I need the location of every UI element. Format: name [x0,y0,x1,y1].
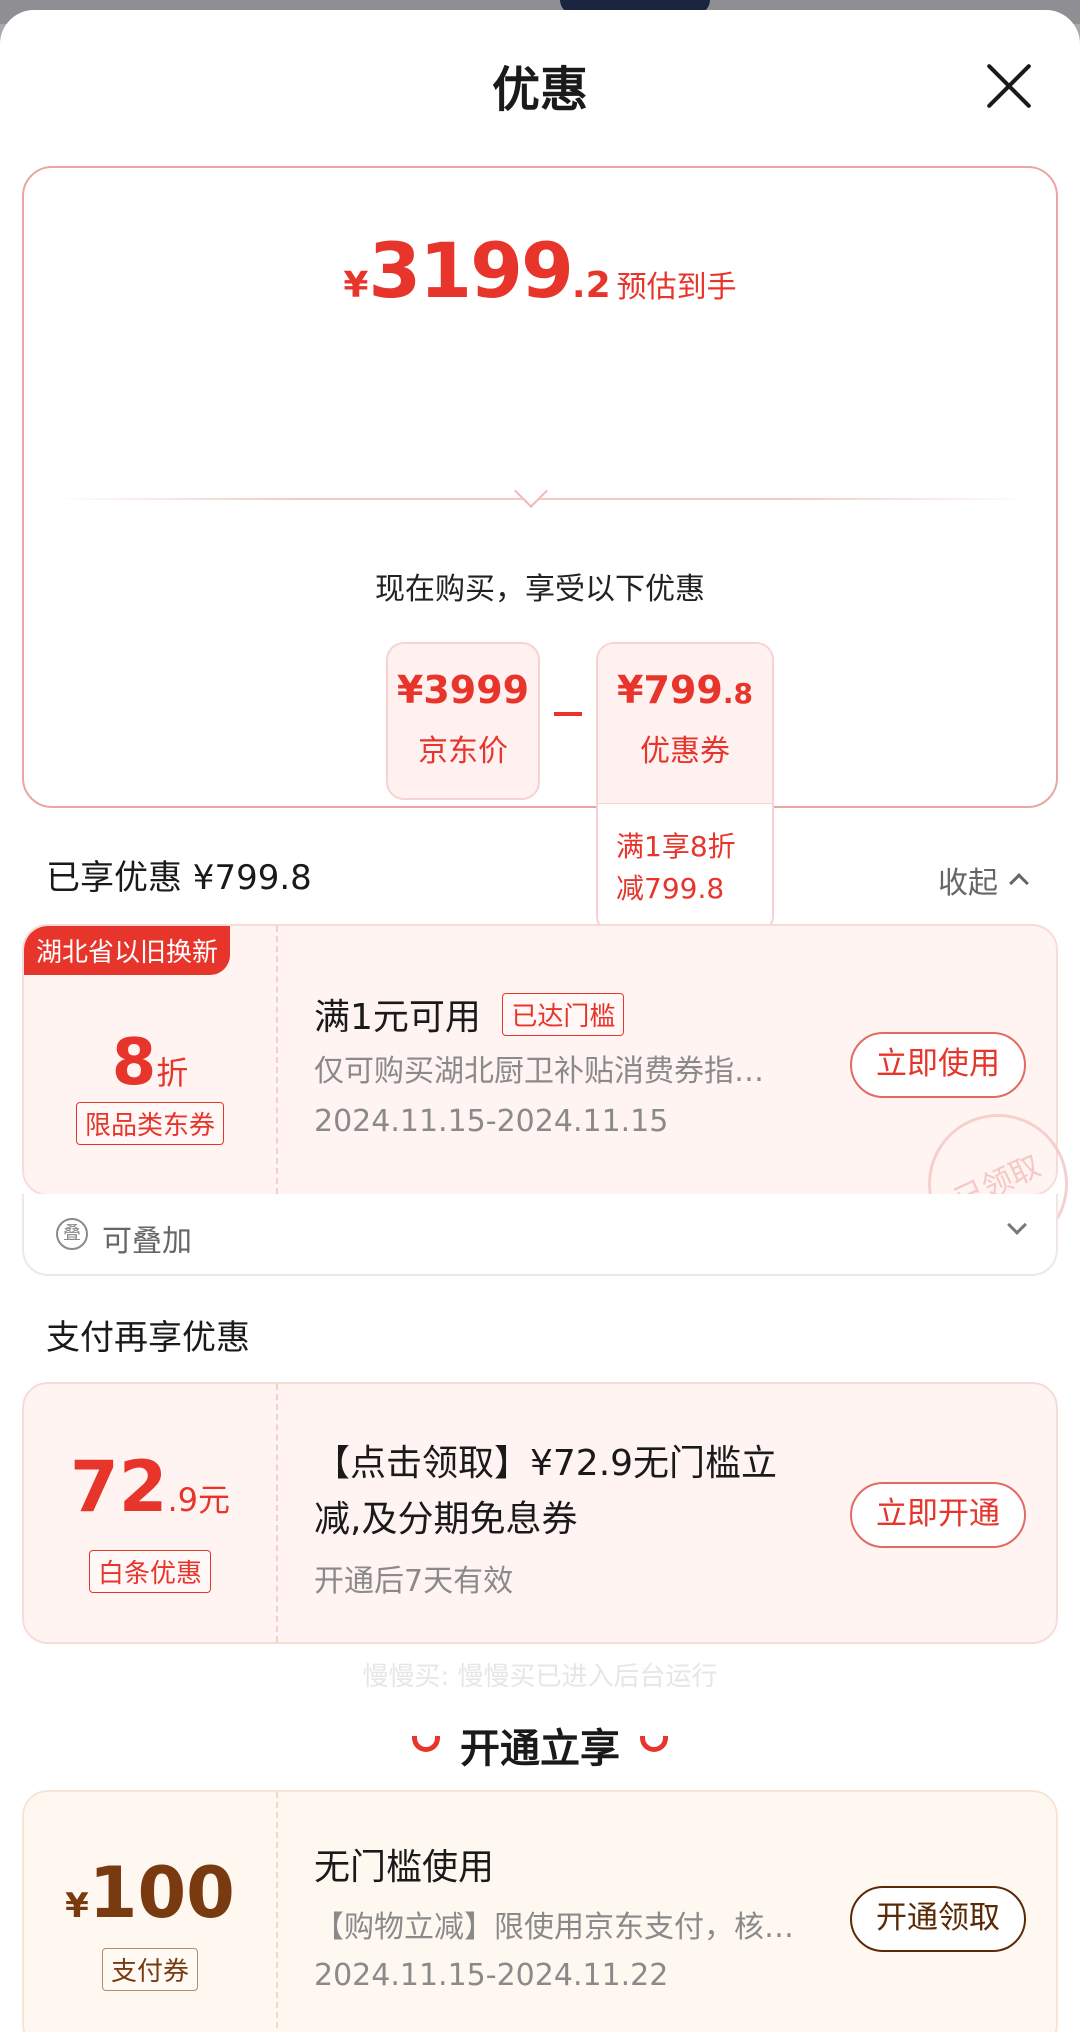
price-integer: 3199 [368,226,574,315]
coupon-decimal: .8 [722,677,753,710]
coupon-title-line1: 【点击领取】¥72.9无门槛立 [314,1443,778,1484]
threshold-badge: 已达门槛 [502,993,625,1036]
collapse-button[interactable]: 收起 [938,858,1029,902]
amount-yen: ¥ [65,1886,89,1926]
coupon-title: 无门槛使用 [314,1847,495,1888]
jd-price-value: ¥3999 [388,644,538,712]
coupon-card-baitiao: 72.9元 白条优惠 【点击领取】¥72.9无门槛立 减,及分期免息券 开通后7… [22,1382,1058,1644]
use-now-button[interactable]: 立即使用 [850,1032,1026,1098]
enjoyed-discount-title: 已享优惠 ¥799.8 [46,858,312,898]
coupon-value: ¥799.8 [598,644,772,712]
coupon-left: ¥100 支付券 [24,1792,276,2032]
buy-now-text: 现在购买，享受以下优惠 [375,572,705,607]
amount-integer: 72 [70,1446,168,1528]
coupon-title-line2: 减,及分期免息券 [314,1499,578,1540]
coupon-condition-line2: 减799.8 [616,872,725,905]
open-section-title: 开通立享 [0,1716,1080,1774]
payment-section-title: 支付再享优惠 [46,1318,250,1358]
coupon-card-jd: 8折 限品类东券 湖北省以旧换新 满1元可用 已达门槛 仅可购买湖北厨卫补贴消费… [22,924,1058,1196]
close-icon[interactable] [985,60,1033,108]
discount-value: 8 [111,1026,157,1100]
payment-amount: ¥100 [24,1852,276,1934]
jd-price-box: ¥3999 京东价 [386,642,540,800]
baitiao-amount: 72.9元 [24,1446,276,1528]
dashed-separator [276,926,278,1194]
coupon-title: 满1元可用 [314,997,481,1038]
divider [52,498,1032,500]
smile-right-icon [640,1736,668,1752]
coupon-title-row: 满1元可用 已达门槛 [314,988,625,1040]
coupon-card-payment: ¥100 支付券 无门槛使用 【购物立减】限使用京东支付，核… 2024.11.… [22,1790,1058,2032]
coupon-type-wrap: 限品类东券 [24,1102,276,1145]
coupon-left: 72.9元 白条优惠 [24,1384,276,1642]
amount-decimal: .9元 [167,1481,230,1519]
activate-now-button[interactable]: 立即开通 [850,1482,1026,1548]
dashed-separator [276,1792,278,2032]
stackable-row[interactable]: 叠 可叠加 [22,1194,1058,1276]
coupon-discount: 8折 [24,1026,276,1100]
stack-icon: 叠 [56,1218,88,1250]
coupon-type-badge: 限品类东券 [75,1102,224,1145]
minus-sign [554,712,582,716]
jd-price-label: 京东价 [418,734,508,769]
estimated-price: ¥3199.2 预估到手 [24,226,1056,315]
discount-sheet: 优惠 ¥3199.2 预估到手 现在购买，享受以下优惠 ¥3999 京东价 ¥79… [0,10,1080,2032]
coupon-condition: 满1享8折 减799.8 [598,804,772,910]
chevron-down-icon [1007,1215,1027,1235]
coupon-date: 2024.11.15-2024.11.15 [314,1104,669,1139]
coupon-type-wrap: 支付券 [24,1948,276,1991]
coupon-type-badge: 支付券 [101,1948,198,1991]
dashed-separator [276,1384,278,1642]
coupon-validity: 开通后7天有效 [314,1564,514,1599]
coupon-yen: ¥ [617,668,644,712]
page-title: 优惠 [491,62,588,118]
price-decimal: .2 [571,265,611,306]
collapse-label: 收起 [938,866,998,901]
open-section-label: 开通立享 [460,1726,620,1772]
stackable-label: 可叠加 [102,1224,192,1259]
discount-unit: 折 [156,1054,189,1092]
coupon-date: 2024.11.15-2024.11.22 [314,1958,669,1993]
price-summary-card: ¥3199.2 预估到手 现在购买，享受以下优惠 ¥3999 京东价 ¥799.8… [22,166,1058,934]
price-label: 预估到手 [616,270,737,305]
coupon-condition-line1: 满1享8折 [616,830,736,863]
coupon-description: 【购物立减】限使用京东支付，核… [314,1910,794,1945]
coupon-type-badge: 白条优惠 [88,1550,211,1593]
coupon-label: 优惠券 [640,734,730,769]
currency-symbol: ¥ [343,265,369,306]
divider-notch [514,474,548,508]
smile-left-icon [412,1736,440,1752]
coupon-box: ¥799.8 优惠券 满1享8折 减799.8 [596,642,774,934]
coupon-type-wrap: 白条优惠 [24,1550,276,1593]
amount-value: 100 [88,1852,235,1934]
region-tag: 湖北省以旧换新 [24,926,231,975]
coupon-box-top: ¥799.8 优惠券 [598,644,772,804]
coupon-description: 仅可购买湖北厨卫补贴消费券指… [314,1054,764,1089]
jd-price-number: 3999 [423,668,530,712]
chevron-up-icon [1009,873,1029,893]
jd-price-yen: ¥ [396,668,424,712]
activate-claim-button[interactable]: 开通领取 [850,1886,1026,1952]
coupon-number: 799 [643,668,723,712]
toast-message: 慢慢买: 慢慢买已进入后台运行 [362,1662,718,1692]
